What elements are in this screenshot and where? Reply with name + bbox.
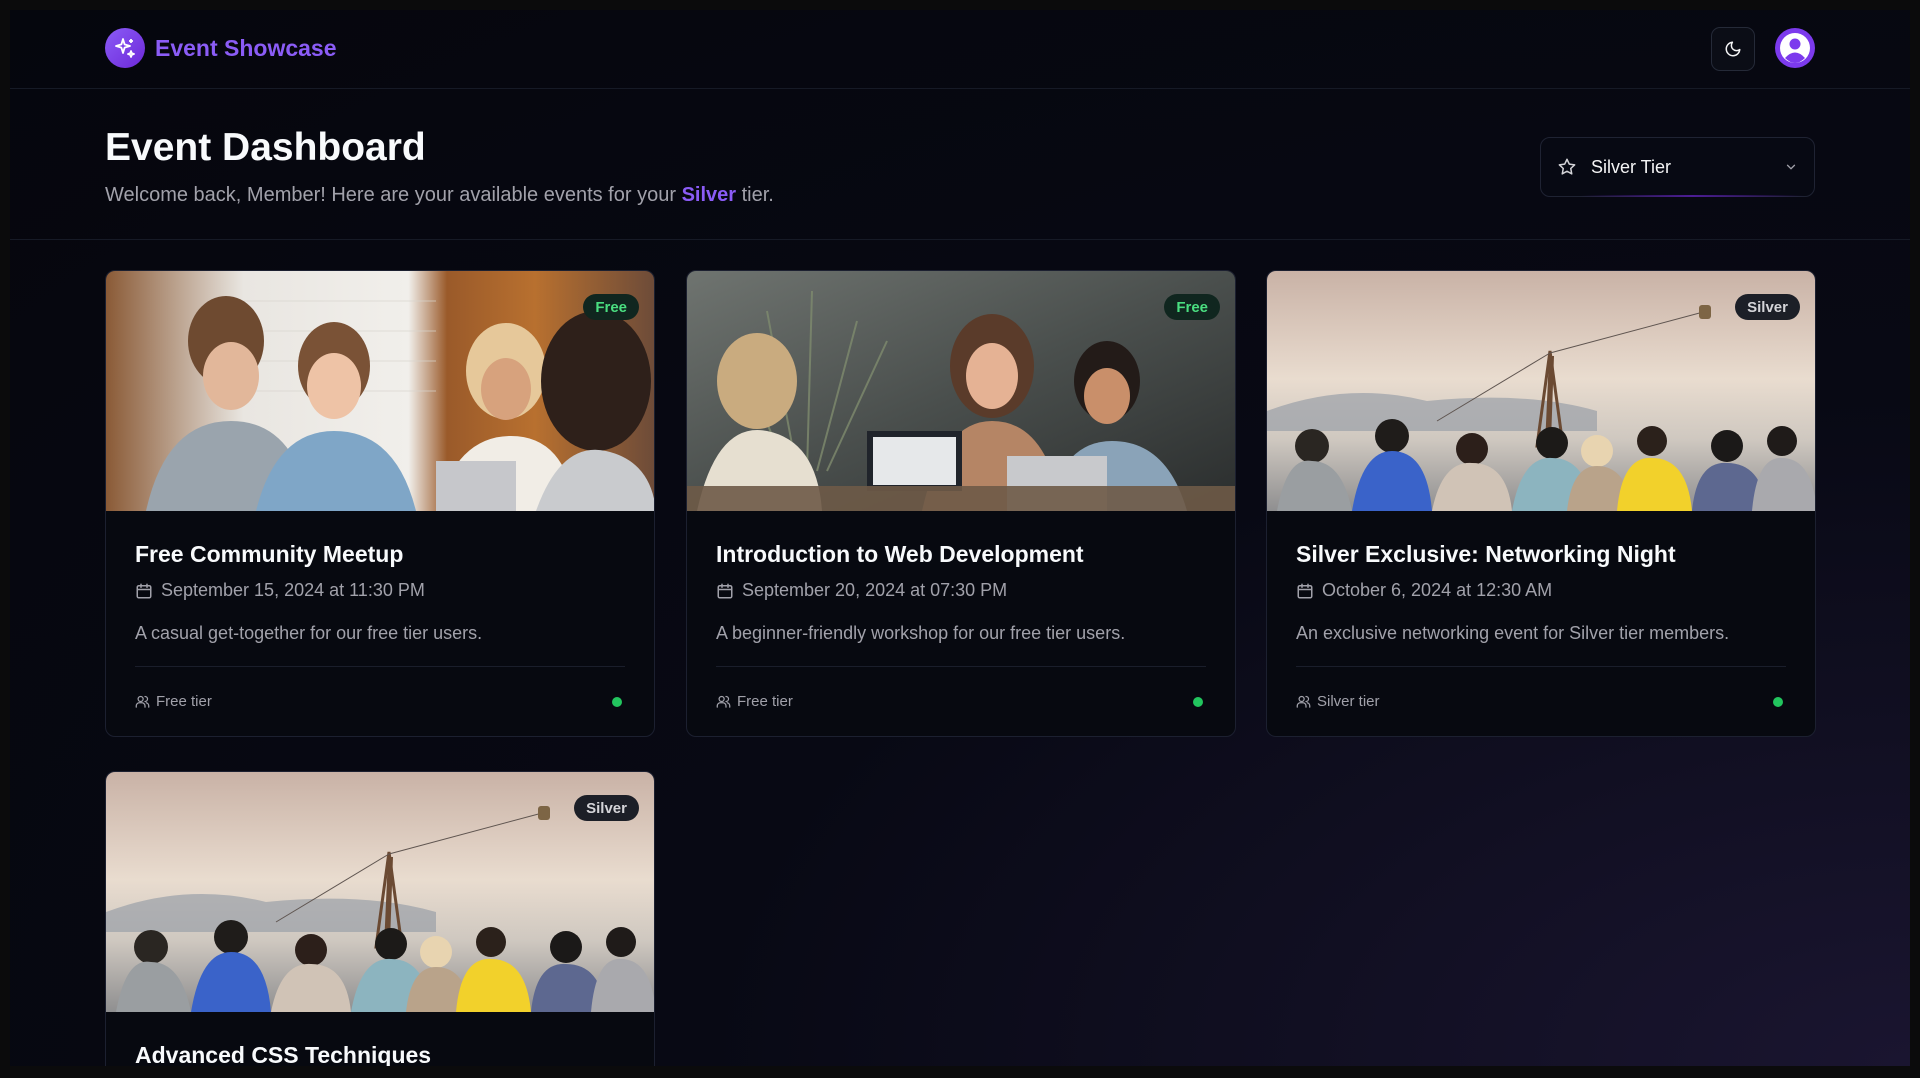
user-avatar-button[interactable] <box>1775 28 1815 68</box>
event-tier: Silver tier <box>1296 693 1380 710</box>
sparkles-icon <box>105 28 145 68</box>
event-tier-text: Free tier <box>156 693 212 710</box>
page-header: Event Dashboard Welcome back, Member! He… <box>10 90 1910 240</box>
user-icon <box>1780 33 1810 63</box>
event-card[interactable]: Free Introduction to Web Development Sep… <box>686 270 1236 737</box>
app-window: Event Showcase Event Dashboard Welcome b… <box>10 10 1910 1066</box>
users-icon <box>135 695 150 708</box>
event-tier-text: Silver tier <box>1317 693 1380 710</box>
event-tier: Free tier <box>135 693 212 710</box>
status-indicator <box>1193 696 1203 707</box>
tier-select[interactable]: Silver Tier <box>1540 137 1815 197</box>
event-date: September 15, 2024 at 11:30 PM <box>135 580 625 601</box>
calendar-icon <box>136 583 152 598</box>
event-date-text: September 20, 2024 at 07:30 PM <box>742 580 1008 600</box>
event-tier: Free tier <box>716 693 793 710</box>
event-description: A beginner-friendly workshop for our fre… <box>716 623 1126 643</box>
welcome-suffix: tier. <box>741 184 774 206</box>
top-navigation: Event Showcase <box>10 10 1910 89</box>
event-description: A casual get-together for our free tier … <box>135 623 483 643</box>
status-indicator <box>1773 696 1783 707</box>
theme-toggle-button[interactable] <box>1711 27 1755 71</box>
event-card[interactable]: Free Free Community Meetup September 15,… <box>105 270 655 737</box>
event-title[interactable]: Advanced CSS Techniques <box>135 1042 625 1066</box>
tier-badge: Free <box>1164 294 1220 320</box>
calendar-icon <box>1297 583 1313 598</box>
tier-select-value: Silver Tier <box>1591 156 1672 177</box>
card-footer: Silver tier <box>1296 666 1786 736</box>
welcome-prefix: Welcome back, Member! Here are your avai… <box>105 184 676 206</box>
event-tier-text: Free tier <box>737 693 793 710</box>
users-icon <box>1296 695 1311 708</box>
event-card[interactable]: Silver Silver Exclusive: Networking Nigh… <box>1266 270 1816 737</box>
event-image: Free <box>106 271 654 511</box>
event-card[interactable]: Silver Advanced CSS Techniques <box>105 771 655 1066</box>
welcome-tier: Silver <box>681 184 737 206</box>
event-image: Free <box>687 271 1235 511</box>
status-indicator <box>612 696 622 707</box>
card-footer: Free tier <box>716 666 1206 736</box>
welcome-message: Welcome back, Member! Here are your avai… <box>105 184 774 207</box>
event-date: September 20, 2024 at 07:30 PM <box>716 580 1206 601</box>
event-description: An exclusive networking event for Silver… <box>1296 623 1730 643</box>
brand[interactable]: Event Showcase <box>105 28 337 68</box>
tier-badge: Free <box>583 294 639 320</box>
card-footer: Free tier <box>135 666 625 736</box>
event-title[interactable]: Silver Exclusive: Networking Night <box>1296 541 1786 568</box>
event-title[interactable]: Free Community Meetup <box>135 541 625 568</box>
calendar-icon <box>717 583 733 598</box>
users-icon <box>716 695 731 708</box>
event-image: Silver <box>106 772 654 1012</box>
moon-icon <box>1725 41 1741 57</box>
star-icon <box>1558 158 1576 175</box>
chevron-down-icon <box>1786 164 1796 170</box>
tier-badge: Silver <box>574 795 639 821</box>
event-date-text: October 6, 2024 at 12:30 AM <box>1322 580 1553 600</box>
event-title[interactable]: Introduction to Web Development <box>716 541 1206 568</box>
event-date: October 6, 2024 at 12:30 AM <box>1296 580 1786 601</box>
page-title: Event Dashboard <box>105 126 426 169</box>
app-name: Event Showcase <box>155 34 337 61</box>
tier-badge: Silver <box>1735 294 1800 320</box>
event-image: Silver <box>1267 271 1815 511</box>
event-date-text: September 15, 2024 at 11:30 PM <box>161 580 425 600</box>
